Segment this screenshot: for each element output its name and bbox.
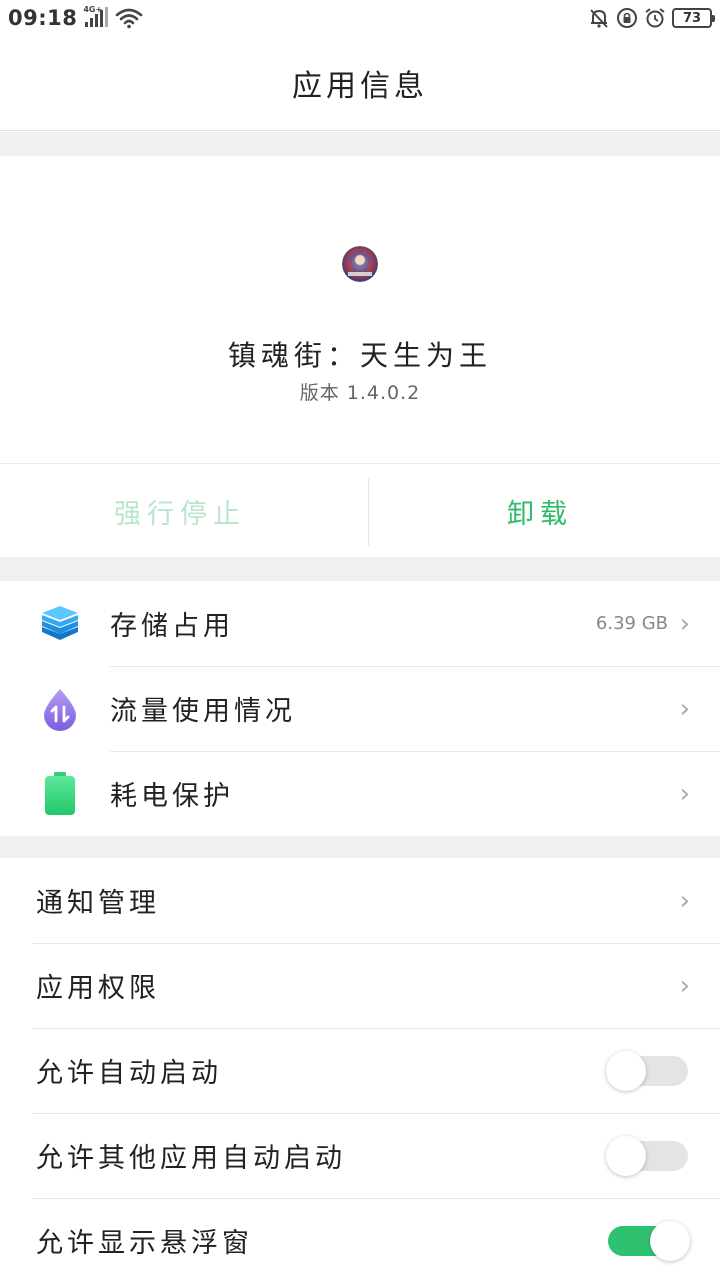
allow-other-apps-start-label: 允许其他应用自动启动 xyxy=(36,1143,346,1174)
app-actions: 强行停止 卸载 xyxy=(0,463,720,557)
floating-window-row: 允许显示悬浮窗 xyxy=(0,1198,720,1280)
chevron-right-icon: › xyxy=(679,608,690,639)
section-gap xyxy=(0,836,720,858)
storage-value: 6.39 GB xyxy=(595,613,668,634)
usage-list: 存储占用 6.39 GB › 流量使用情况 › 耗电保护 › xyxy=(0,581,720,836)
allow-other-apps-start-row: 允许其他应用自动启动 xyxy=(0,1113,720,1198)
status-bar: 09:18 4G+ 73 xyxy=(0,0,720,36)
battery-protect-label: 耗电保护 xyxy=(110,781,234,812)
app-icon xyxy=(342,246,378,282)
chevron-right-icon: › xyxy=(679,693,690,724)
action-divider xyxy=(368,478,369,546)
data-usage-label: 流量使用情况 xyxy=(110,696,296,727)
wifi-icon xyxy=(116,8,143,29)
floating-window-toggle[interactable] xyxy=(608,1220,690,1261)
4g-signal-icon: 4G+ xyxy=(83,5,109,30)
allow-other-apps-start-toggle[interactable] xyxy=(606,1135,688,1176)
storage-layers-icon xyxy=(38,602,82,646)
app-info-card: 镇魂街：天生为王 版本 1.4.0.2 xyxy=(0,156,720,462)
data-usage-drop-icon xyxy=(38,687,82,731)
battery-icon: 73 xyxy=(672,8,715,28)
chevron-right-icon: › xyxy=(679,885,690,916)
app-permissions-row[interactable]: 应用权限 › xyxy=(0,943,720,1028)
notification-management-row[interactable]: 通知管理 › xyxy=(0,858,720,943)
notification-management-label: 通知管理 xyxy=(36,888,160,919)
auto-start-label: 允许自动启动 xyxy=(36,1058,222,1089)
force-stop-button[interactable]: 强行停止 xyxy=(0,464,360,558)
storage-label: 存储占用 xyxy=(110,611,234,642)
app-permissions-label: 应用权限 xyxy=(36,973,160,1004)
section-gap xyxy=(0,557,720,581)
app-name: 镇魂街：天生为王 xyxy=(227,339,492,372)
page-title: 应用信息 xyxy=(292,69,428,104)
battery-protect-icon xyxy=(38,771,82,816)
storage-row[interactable]: 存储占用 6.39 GB › xyxy=(0,581,720,666)
chevron-right-icon: › xyxy=(679,778,690,809)
auto-start-row: 允许自动启动 xyxy=(0,1028,720,1113)
auto-start-toggle[interactable] xyxy=(606,1050,688,1091)
page-header: 应用信息 xyxy=(0,36,720,131)
battery-protect-row[interactable]: 耗电保护 › xyxy=(0,751,720,836)
app-version: 版本 1.4.0.2 xyxy=(299,382,421,404)
section-gap xyxy=(0,132,720,156)
floating-window-label: 允许显示悬浮窗 xyxy=(36,1228,253,1259)
settings-list: 通知管理 › 应用权限 › 允许自动启动 允许其他应用自动启动 允许显示悬浮窗 xyxy=(0,858,720,1280)
lock-rotation-icon xyxy=(617,8,637,28)
data-usage-row[interactable]: 流量使用情况 › xyxy=(0,666,720,751)
alarm-icon xyxy=(645,8,665,28)
muted-bell-icon xyxy=(590,9,608,28)
battery-level: 73 xyxy=(682,10,702,26)
chevron-right-icon: › xyxy=(679,970,690,1001)
status-time: 09:18 xyxy=(8,6,78,30)
uninstall-button[interactable]: 卸载 xyxy=(360,464,720,558)
